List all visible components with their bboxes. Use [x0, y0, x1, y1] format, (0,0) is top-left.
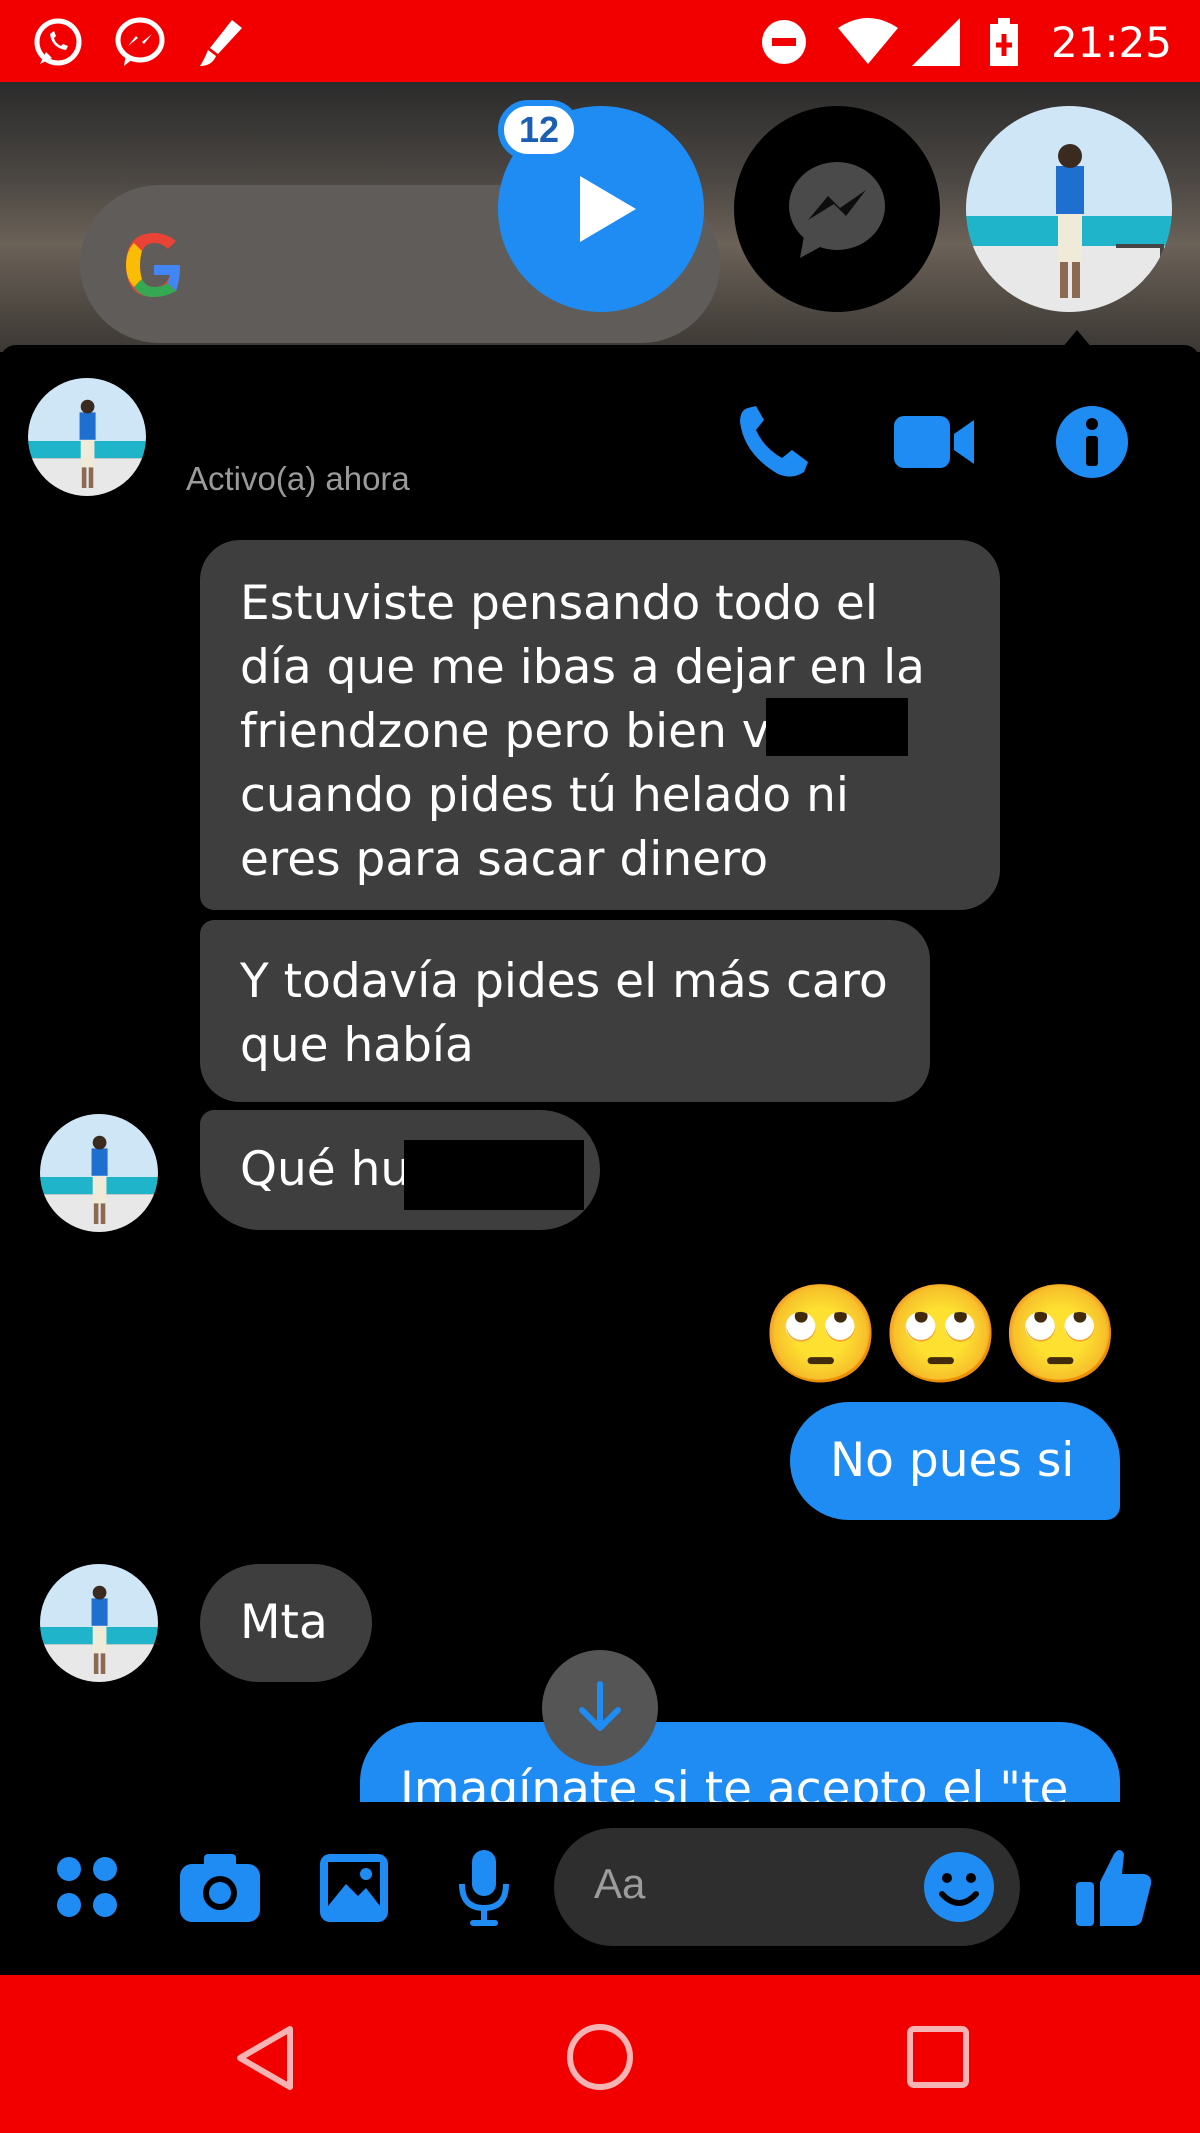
contact-chat-head[interactable] — [966, 106, 1172, 312]
home-icon[interactable] — [564, 2021, 636, 2093]
phone-call-icon[interactable] — [734, 402, 814, 482]
arrow-down-icon — [579, 1681, 621, 1731]
system-navigation-bar — [0, 1975, 1200, 2133]
messenger-chat-head[interactable] — [734, 106, 940, 312]
play-icon — [580, 176, 636, 242]
message-input-placeholder: Aa — [594, 1860, 646, 1907]
message-text: Mta — [240, 1595, 328, 1650]
incoming-message[interactable]: Y todavía pides el más caro que había — [200, 920, 930, 1102]
unread-badge: 12 — [498, 100, 580, 160]
status-bar: 21:25 — [0, 0, 1200, 82]
avatar-photo — [40, 1564, 158, 1682]
clock: 21:25 — [1050, 18, 1172, 67]
video-call-icon[interactable] — [892, 410, 976, 474]
message-line: eres para sacar dinero — [240, 832, 769, 887]
brush-icon — [200, 20, 242, 66]
messenger-icon — [789, 162, 885, 258]
outgoing-message[interactable]: No pues si — [790, 1402, 1120, 1520]
emoji-icon[interactable] — [922, 1850, 996, 1924]
message-text: Qué hu — [240, 1142, 411, 1197]
signal-icon — [912, 18, 960, 66]
redaction-box — [404, 1140, 584, 1210]
recents-icon[interactable] — [906, 2025, 970, 2089]
avatar-photo — [28, 378, 146, 496]
message-line: que había — [240, 1018, 474, 1073]
contact-status: Activo(a) ahora — [186, 460, 410, 497]
wifi-icon — [838, 18, 898, 64]
avatar-photo — [40, 1114, 158, 1232]
gallery-icon[interactable] — [318, 1852, 390, 1924]
scroll-to-bottom-button[interactable] — [542, 1650, 658, 1766]
thumbs-up-icon[interactable] — [1074, 1846, 1154, 1928]
contact-avatar[interactable] — [40, 1564, 158, 1682]
message-input[interactable]: Aa — [554, 1828, 1020, 1946]
redaction-box — [766, 698, 908, 756]
contact-avatar[interactable] — [40, 1114, 158, 1232]
emoji-message[interactable]: 🙄🙄🙄 — [720, 1270, 1120, 1400]
whatsapp-icon — [34, 18, 82, 66]
google-icon — [126, 233, 180, 297]
more-actions-icon[interactable] — [52, 1852, 122, 1922]
messenger-icon — [115, 17, 165, 66]
message-text: No pues si — [830, 1433, 1075, 1488]
message-clip-area: Imagínate si te acepto el "te — [360, 1722, 1120, 1802]
contact-photo — [966, 106, 1172, 312]
battery-icon — [990, 18, 1018, 66]
camera-icon[interactable] — [178, 1852, 262, 1924]
message-line: Y todavía pides el más caro — [240, 954, 888, 1009]
back-icon[interactable] — [232, 2023, 296, 2093]
message-line: Estuviste pensando todo el — [240, 576, 878, 631]
incoming-message[interactable]: Mta — [200, 1564, 372, 1682]
message-line: cuando pides tú helado ni — [240, 768, 849, 823]
info-icon[interactable] — [1054, 404, 1130, 480]
do-not-disturb-icon — [762, 20, 806, 64]
message-text: Imagínate si te acepto el "te — [400, 1762, 1069, 1802]
microphone-icon[interactable] — [456, 1848, 512, 1928]
outgoing-message[interactable]: Imagínate si te acepto el "te — [360, 1722, 1120, 1802]
message-line: día que me ibas a dejar en la — [240, 640, 925, 695]
contact-avatar[interactable] — [28, 378, 146, 496]
